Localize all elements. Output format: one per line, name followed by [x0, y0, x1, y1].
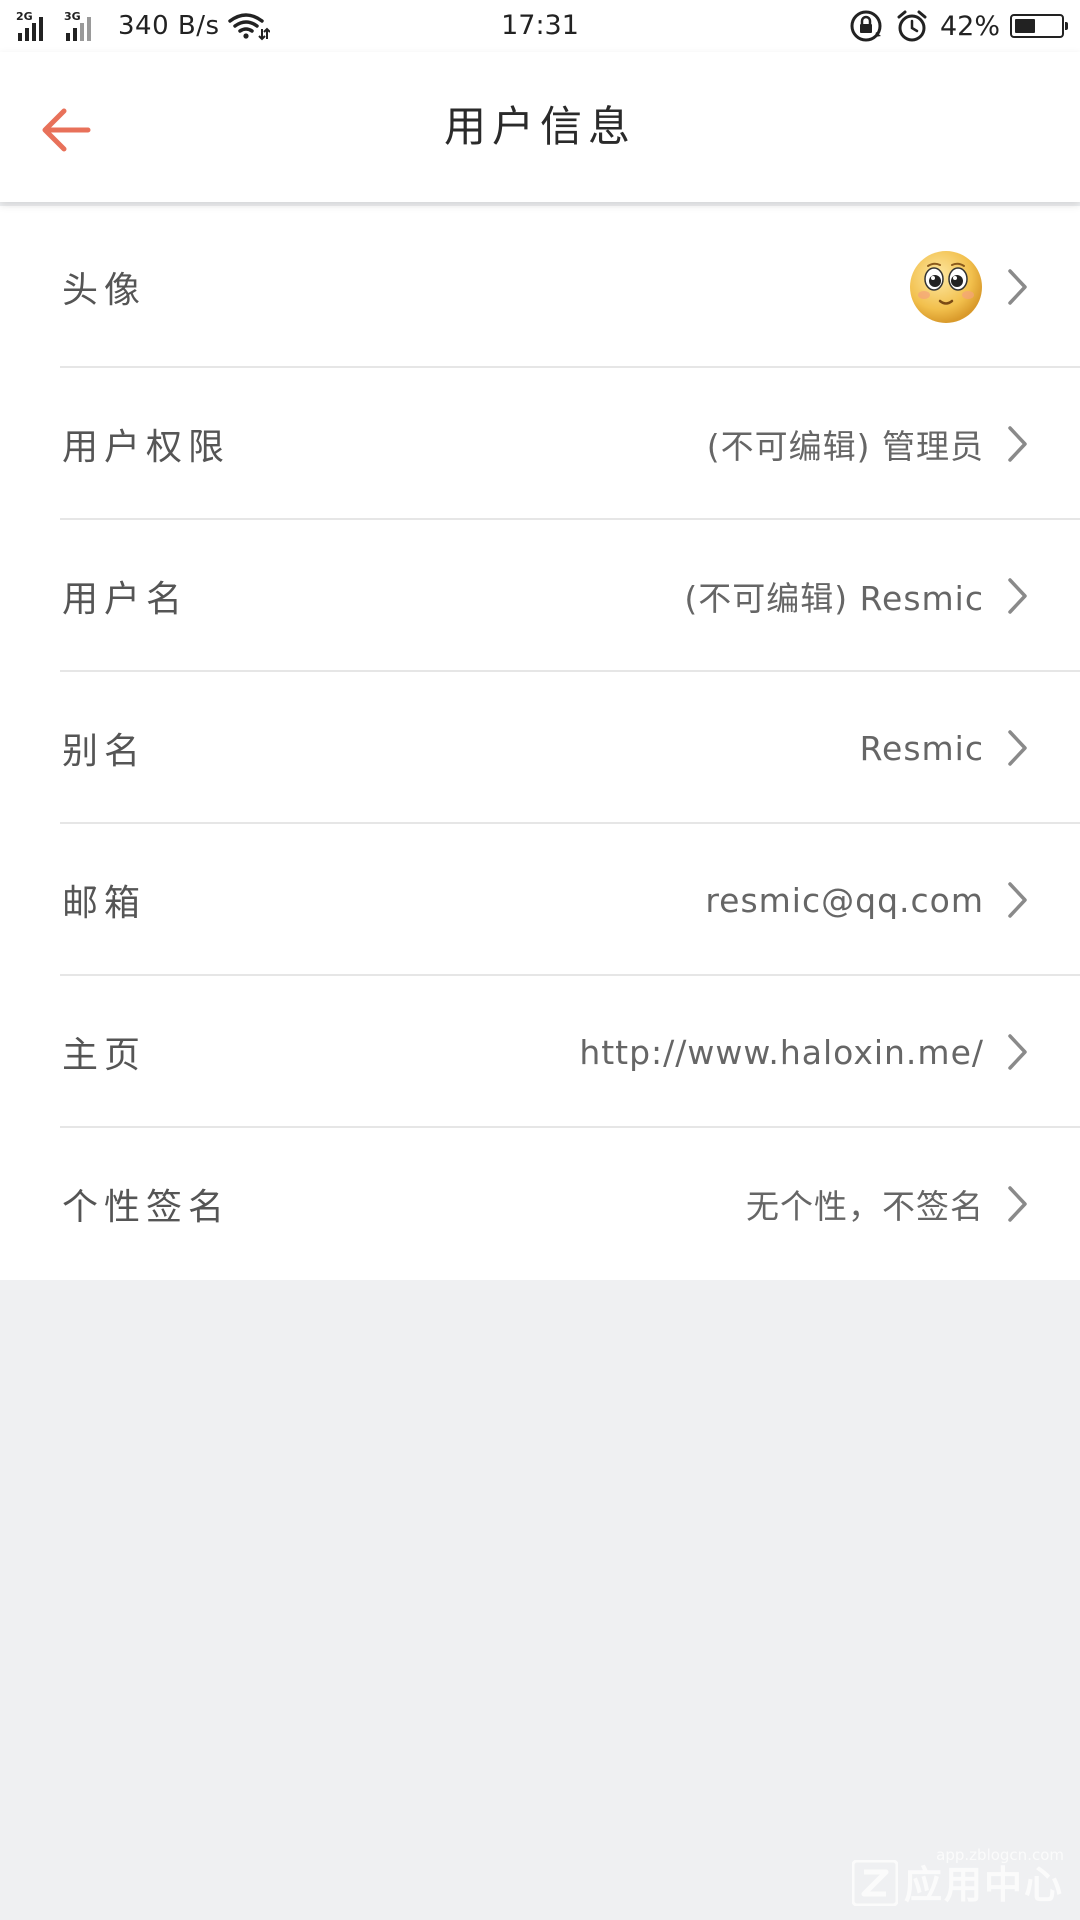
chevron-right-icon [1008, 269, 1027, 305]
row-value: Resmic [859, 728, 984, 768]
status-bar: 2G 3G 340 B/s 17:31 42% [0, 0, 1080, 52]
row-label: 别名 [62, 731, 147, 772]
app-header: 用户信息 [0, 52, 1080, 202]
row-label: 邮箱 [62, 883, 147, 924]
alarm-icon [897, 10, 927, 42]
status-right: 42% [848, 8, 1068, 44]
row-value: (不可编辑) Resmic [684, 579, 984, 618]
chevron-right-icon [1008, 730, 1027, 766]
chevron-right-icon [1008, 882, 1027, 918]
watermark: app.zblogcn.com 应用中心 [851, 1846, 1064, 1907]
rotation-lock-icon [850, 10, 882, 42]
user-info-list: 头像 用户权限 (不可编辑) 管理员 用户名 (不可编辑) Resmic 别名 … [0, 206, 1080, 1280]
row-value: resmic@qq.com [705, 880, 984, 920]
watermark-url: app.zblogcn.com [936, 1846, 1064, 1864]
row-value: (不可编辑) 管理员 [706, 427, 984, 466]
row-label: 主页 [62, 1035, 147, 1076]
row-value: 无个性，不签名 [746, 1187, 984, 1226]
chevron-right-icon [1008, 426, 1027, 462]
row-signature[interactable]: 个性签名 无个性，不签名 [0, 1128, 1080, 1280]
watermark-name: 应用中心 [903, 1863, 1064, 1907]
chevron-right-icon [1008, 578, 1027, 614]
row-alias[interactable]: 别名 Resmic [0, 672, 1080, 824]
chevron-right-icon [1008, 1186, 1027, 1222]
row-permission[interactable]: 用户权限 (不可编辑) 管理员 [0, 368, 1080, 520]
z-logo-icon [851, 1860, 898, 1906]
row-avatar[interactable]: 头像 [0, 206, 1080, 368]
row-email[interactable]: 邮箱 resmic@qq.com [0, 824, 1080, 976]
emoji-avatar-icon[interactable] [908, 249, 984, 325]
row-username[interactable]: 用户名 (不可编辑) Resmic [0, 520, 1080, 672]
row-label: 头像 [62, 270, 147, 311]
row-homepage[interactable]: 主页 http://www.haloxin.me/ [0, 976, 1080, 1128]
battery-icon [1010, 14, 1068, 38]
row-label: 个性签名 [62, 1187, 231, 1228]
row-label: 用户权限 [62, 427, 231, 468]
page-title: 用户信息 [443, 102, 636, 151]
row-value: http://www.haloxin.me/ [579, 1032, 984, 1072]
chevron-right-icon [1008, 1034, 1027, 1070]
battery-percent: 42% [939, 10, 1000, 42]
row-label: 用户名 [62, 579, 189, 620]
